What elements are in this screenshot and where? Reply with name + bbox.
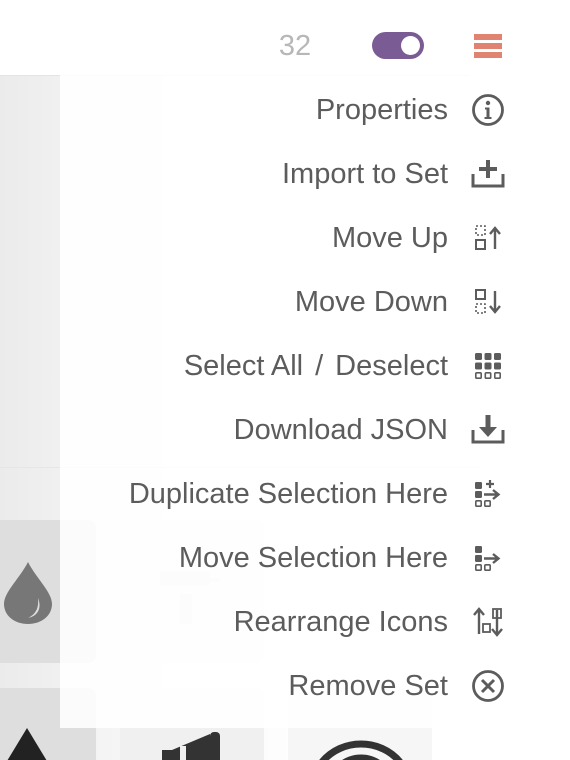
menu-item-properties[interactable]: Properties <box>60 78 528 142</box>
info-circle-icon <box>472 94 504 126</box>
wifi-icon <box>319 740 403 760</box>
selection-count: 32 <box>278 30 312 62</box>
droplet-icon <box>4 562 52 624</box>
menu-item-label: Rearrange Icons <box>233 606 448 638</box>
menu-item-duplicate-selection-here[interactable]: Duplicate Selection Here <box>60 462 528 526</box>
rearrange-icon <box>473 607 503 637</box>
menu-item-label: Move Down <box>294 286 448 318</box>
move-down-icon <box>475 289 501 314</box>
import-tray-icon <box>471 160 505 188</box>
toggle-switch[interactable] <box>372 32 424 59</box>
hamburger-menu-icon[interactable] <box>472 32 504 60</box>
menu-item-move-down[interactable]: Move Down <box>60 270 528 334</box>
duplicate-selection-icon <box>475 480 501 507</box>
menu-item-label: Duplicate Selection Here <box>128 478 448 510</box>
select-all-label[interactable]: Select All <box>184 350 303 382</box>
triangle-icon <box>7 728 47 760</box>
menu-item-label: Remove Set <box>288 670 448 702</box>
menu-item-rearrange-icons[interactable]: Rearrange Icons <box>60 590 528 654</box>
download-tray-icon <box>471 415 505 444</box>
deselect-label[interactable]: Deselect <box>335 350 448 382</box>
menu-item-label: Import to Set <box>281 158 448 190</box>
megaphone-icon <box>162 732 220 760</box>
menu-item-select-all-deselect[interactable]: Select All / Deselect <box>60 334 528 398</box>
menu-item-move-up[interactable]: Move Up <box>60 206 528 270</box>
menu-item-label: Download JSON <box>233 414 448 446</box>
menu-item-download-json[interactable]: Download JSON <box>60 398 528 462</box>
menu-item-label: Move Selection Here <box>178 542 448 574</box>
menu-item-import-to-set[interactable]: Import to Set <box>60 142 528 206</box>
separator: / <box>315 350 324 382</box>
menu-item-label: Select All / Deselect <box>184 334 448 398</box>
toggle-knob <box>401 36 420 55</box>
move-selection-icon <box>475 546 501 571</box>
move-up-icon <box>475 225 501 250</box>
menu-item-label: Move Up <box>331 222 448 254</box>
menu-item-remove-set[interactable]: Remove Set <box>60 654 528 718</box>
menu-item-label: Properties <box>315 94 448 126</box>
menu-item-move-selection-here[interactable]: Move Selection Here <box>60 526 528 590</box>
grid-select-icon <box>475 353 501 379</box>
close-circle-icon <box>472 670 504 702</box>
